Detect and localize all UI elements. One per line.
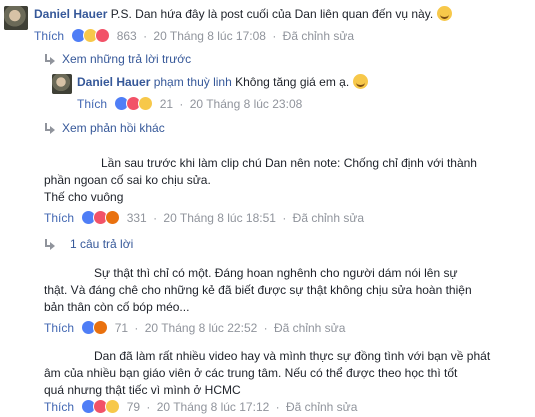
smile-emoji-icon [437, 6, 453, 21]
other-replies-link[interactable]: Xem phản hồi khác [44, 121, 165, 135]
reaction-count[interactable]: 863 [117, 29, 137, 43]
comment-author[interactable]: Daniel Hauer [34, 7, 107, 21]
comment-time[interactable]: 20 Tháng 8 lúc 22:52 [145, 321, 258, 335]
replies-count-link[interactable]: 1 câu trả lời [44, 237, 133, 251]
edited-label[interactable]: Đã chỉnh sửa [286, 400, 357, 414]
reaction-count[interactable]: 71 [115, 321, 128, 335]
love-icon [95, 28, 111, 43]
angry-icon [93, 320, 109, 335]
comment-meta: Thích 79 · 20 Tháng 8 lúc 17:12 · Đã chỉ… [44, 399, 358, 414]
comment-text: Sự thật thì chỉ có một. Đáng hoan nghênh… [94, 266, 458, 280]
comment-text: bản thân còn cố bóp méo... [44, 300, 190, 314]
comment-meta: Thích 863 · 20 Tháng 8 lúc 17:08 · Đã ch… [34, 28, 355, 43]
reaction-count[interactable]: 21 [160, 97, 173, 111]
haha-icon [138, 96, 154, 111]
edited-label[interactable]: Đã chỉnh sửa [283, 29, 354, 43]
wow-icon [105, 399, 121, 414]
reaction-summary[interactable] [81, 210, 121, 225]
comment-text: P.S. Dan hứa đây là post cuối của Dan li… [110, 7, 434, 21]
comment-meta: Thích 331 · 20 Tháng 8 lúc 18:51 · Đã ch… [44, 210, 365, 225]
reply-arrow-icon [44, 54, 56, 65]
reply-body: Daniel Hauer phạm thuỳ linh Không tăng g… [77, 74, 369, 91]
reply-arrow-icon [44, 123, 56, 134]
angry-icon [105, 210, 121, 225]
comment-body: Daniel Hauer P.S. Dan hứa đây là post cu… [34, 6, 453, 23]
reply-time[interactable]: 20 Tháng 8 lúc 23:08 [190, 97, 303, 111]
smile-emoji-icon [353, 74, 369, 89]
comment-text: âm của nhiều bạn giáo viên ở các trung t… [44, 366, 458, 380]
comment-text: quá nhưng thật tiếc vì mình ở HCMC [44, 383, 241, 397]
like-link[interactable]: Thích [77, 97, 107, 111]
comment-text: Dan đã làm rất nhiều video hay và mình t… [94, 349, 491, 363]
comment-time[interactable]: 20 Tháng 8 lúc 17:12 [157, 400, 270, 414]
comment-meta: Thích 71 · 20 Tháng 8 lúc 22:52 · Đã chỉ… [44, 320, 346, 335]
reaction-count[interactable]: 331 [127, 211, 147, 225]
reaction-summary[interactable] [71, 28, 111, 43]
like-link[interactable]: Thích [44, 400, 74, 414]
comment-text: thật. Và đáng chê cho những kẻ đã biết đ… [44, 283, 472, 297]
reply-mention[interactable]: phạm thuỳ linh [154, 75, 232, 89]
comment-text: Lần sau trước khi làm clip chú Dan nên n… [101, 156, 477, 170]
reply-arrow-icon [44, 239, 56, 250]
reaction-summary[interactable] [81, 399, 121, 414]
comment-time[interactable]: 20 Tháng 8 lúc 17:08 [153, 29, 266, 43]
edited-label[interactable]: Đã chỉnh sửa [293, 211, 364, 225]
reaction-summary[interactable] [81, 320, 109, 335]
comment-time[interactable]: 20 Tháng 8 lúc 18:51 [163, 211, 276, 225]
like-link[interactable]: Thích [44, 321, 74, 335]
reply-meta: Thích 21 · 20 Tháng 8 lúc 23:08 [77, 96, 303, 111]
reply-author[interactable]: Daniel Hauer [77, 75, 150, 89]
comment-text: Thế cho vuông [44, 190, 124, 204]
like-link[interactable]: Thích [34, 29, 64, 43]
avatar[interactable] [4, 6, 28, 30]
reply-text: Không tăng giá em ạ. [235, 75, 350, 89]
reply-avatar[interactable] [52, 74, 72, 94]
more-replies-link[interactable]: Xem những trả lời trước [44, 52, 191, 66]
reaction-summary[interactable] [114, 96, 154, 111]
edited-label[interactable]: Đã chỉnh sửa [274, 321, 345, 335]
like-link[interactable]: Thích [44, 211, 74, 225]
comment-text: phần ngoan cố sai ko chịu sửa. [44, 173, 211, 187]
reaction-count[interactable]: 79 [127, 400, 140, 414]
